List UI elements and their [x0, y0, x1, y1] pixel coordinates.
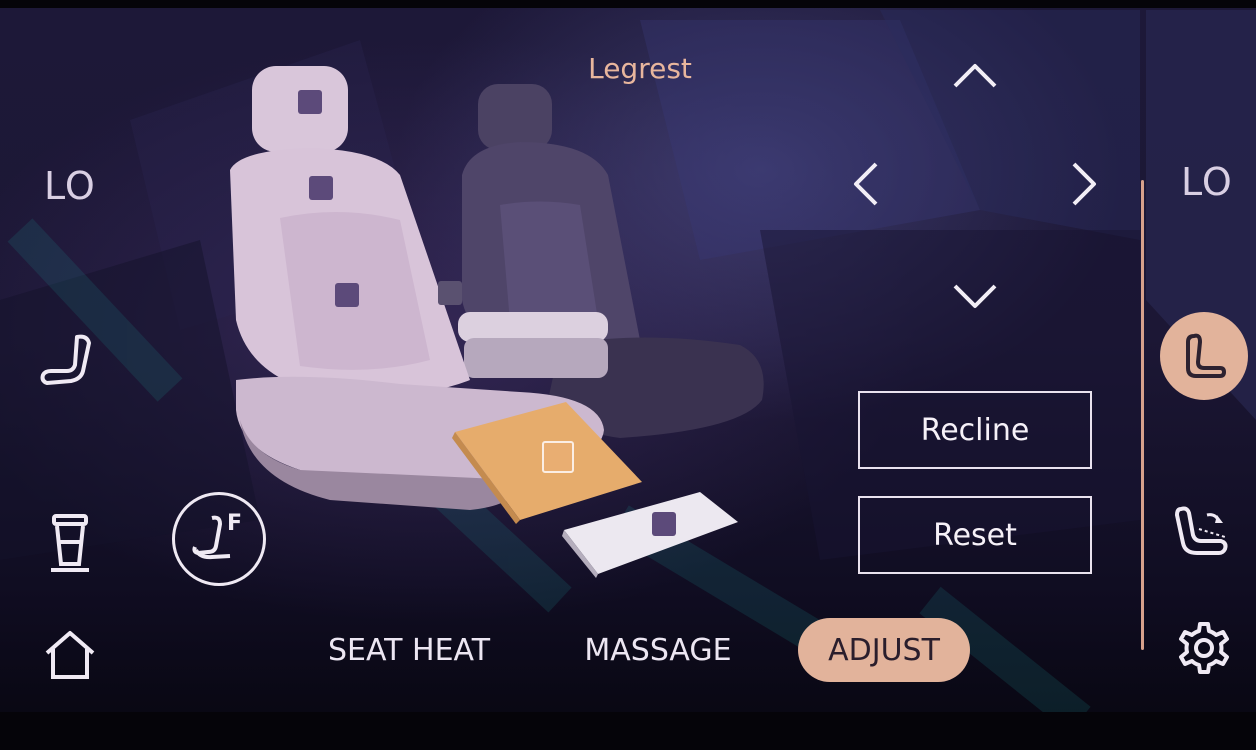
- headrest-hotspot[interactable]: [298, 90, 322, 114]
- reset-button[interactable]: Reset: [858, 496, 1092, 574]
- cup-holder-icon[interactable]: [38, 512, 102, 576]
- right-temp-level[interactable]: LO: [1181, 160, 1233, 204]
- bottom-bezel: [0, 712, 1256, 750]
- arrow-right-icon[interactable]: [1060, 160, 1108, 208]
- arrow-down-icon[interactable]: [951, 272, 999, 320]
- seat-icon[interactable]: [36, 330, 100, 394]
- home-icon[interactable]: [38, 622, 102, 686]
- arrow-left-icon[interactable]: [842, 160, 890, 208]
- left-temp-level[interactable]: LO: [44, 164, 96, 208]
- tab-adjust[interactable]: ADJUST: [798, 618, 970, 682]
- tab-seat-heat[interactable]: SEAT HEAT: [318, 618, 500, 682]
- seat-icon: [1186, 333, 1226, 378]
- front-seat-button[interactable]: F: [172, 492, 266, 586]
- footrest-hotspot[interactable]: [652, 512, 676, 536]
- arrow-up-icon[interactable]: [951, 52, 999, 100]
- seat-mode-button[interactable]: [1160, 312, 1248, 400]
- divider: [1141, 180, 1144, 650]
- side-bolster-hotspot[interactable]: [438, 281, 462, 305]
- recline-seat-icon[interactable]: [1170, 500, 1234, 564]
- legrest-hotspot[interactable]: [542, 441, 574, 473]
- upper-back-hotspot[interactable]: [309, 176, 333, 200]
- screen: Legrest LO LO F Recline Reset SEAT HEAT …: [0, 0, 1256, 750]
- gear-icon[interactable]: [1172, 616, 1236, 680]
- lumbar-hotspot[interactable]: [335, 283, 359, 307]
- recline-button[interactable]: Recline: [858, 391, 1092, 469]
- top-bezel: [0, 0, 1256, 8]
- front-seat-badge: F: [227, 511, 243, 536]
- tab-massage[interactable]: MASSAGE: [576, 618, 740, 682]
- page-title: Legrest: [588, 52, 692, 85]
